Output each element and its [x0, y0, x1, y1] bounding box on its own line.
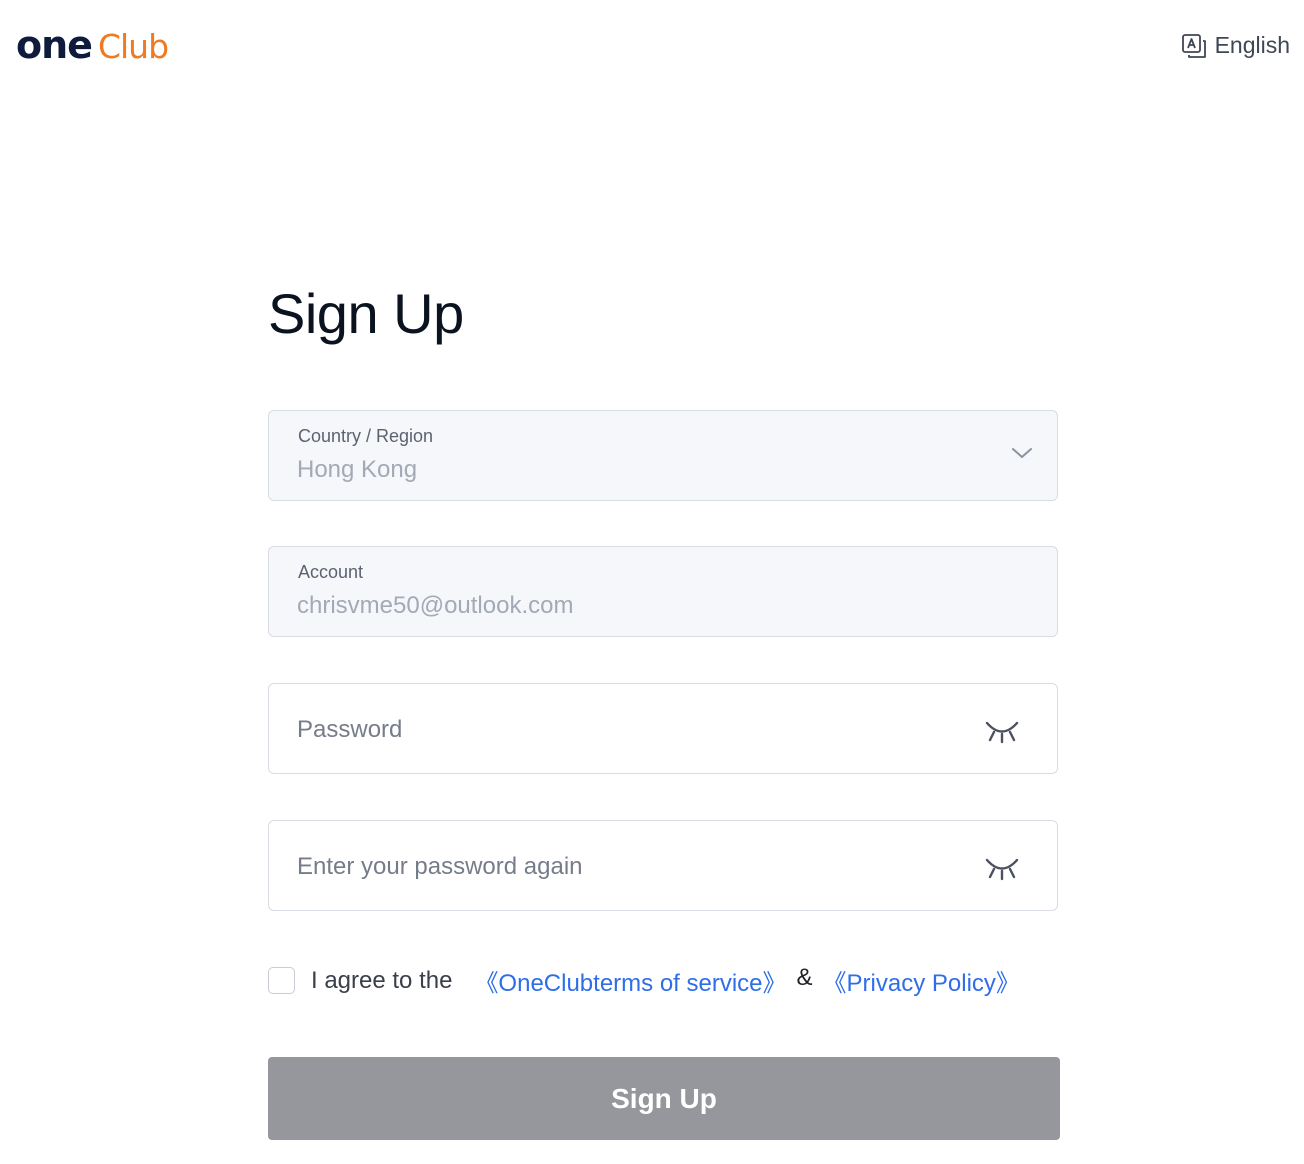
password-input[interactable]: Password: [268, 683, 1058, 774]
logo-club-text: Club: [97, 27, 169, 66]
country-region-label: Country / Region: [298, 426, 434, 446]
signup-page: one Club English Sign Up Country / Regio…: [0, 0, 1304, 1164]
eye-closed-icon[interactable]: [985, 855, 1019, 886]
agreement-row: I agree to the 《OneClubterms of service》…: [268, 963, 1020, 998]
ampersand-text: &: [796, 963, 813, 991]
sign-up-button[interactable]: Sign Up: [268, 1057, 1060, 1140]
oneclub-logo[interactable]: one Club: [16, 23, 169, 67]
account-value: chrisvme50@outlook.com: [297, 592, 574, 619]
country-region-select[interactable]: Country / Region Hong Kong: [268, 410, 1058, 501]
agreement-checkbox[interactable]: [268, 967, 295, 994]
privacy-policy-link[interactable]: 《Privacy Policy》: [823, 963, 1020, 998]
account-label: Account: [298, 562, 364, 582]
country-region-value: Hong Kong: [297, 456, 418, 483]
password-placeholder: Password: [297, 716, 403, 743]
agreement-text: I agree to the: [311, 966, 453, 994]
terms-of-service-link[interactable]: 《OneClubterms of service》: [474, 963, 786, 998]
translate-icon: [1181, 33, 1207, 59]
language-label: English: [1214, 32, 1290, 58]
logo-one-text: one: [16, 23, 93, 67]
confirm-password-input[interactable]: Enter your password again: [268, 820, 1058, 911]
page-title: Sign Up: [268, 282, 464, 345]
language-switcher[interactable]: English: [1181, 32, 1290, 59]
chevron-down-icon: [1011, 446, 1033, 465]
account-field[interactable]: Account chrisvme50@outlook.com: [268, 546, 1058, 637]
confirm-password-placeholder: Enter your password again: [297, 853, 583, 880]
eye-closed-icon[interactable]: [985, 718, 1019, 749]
